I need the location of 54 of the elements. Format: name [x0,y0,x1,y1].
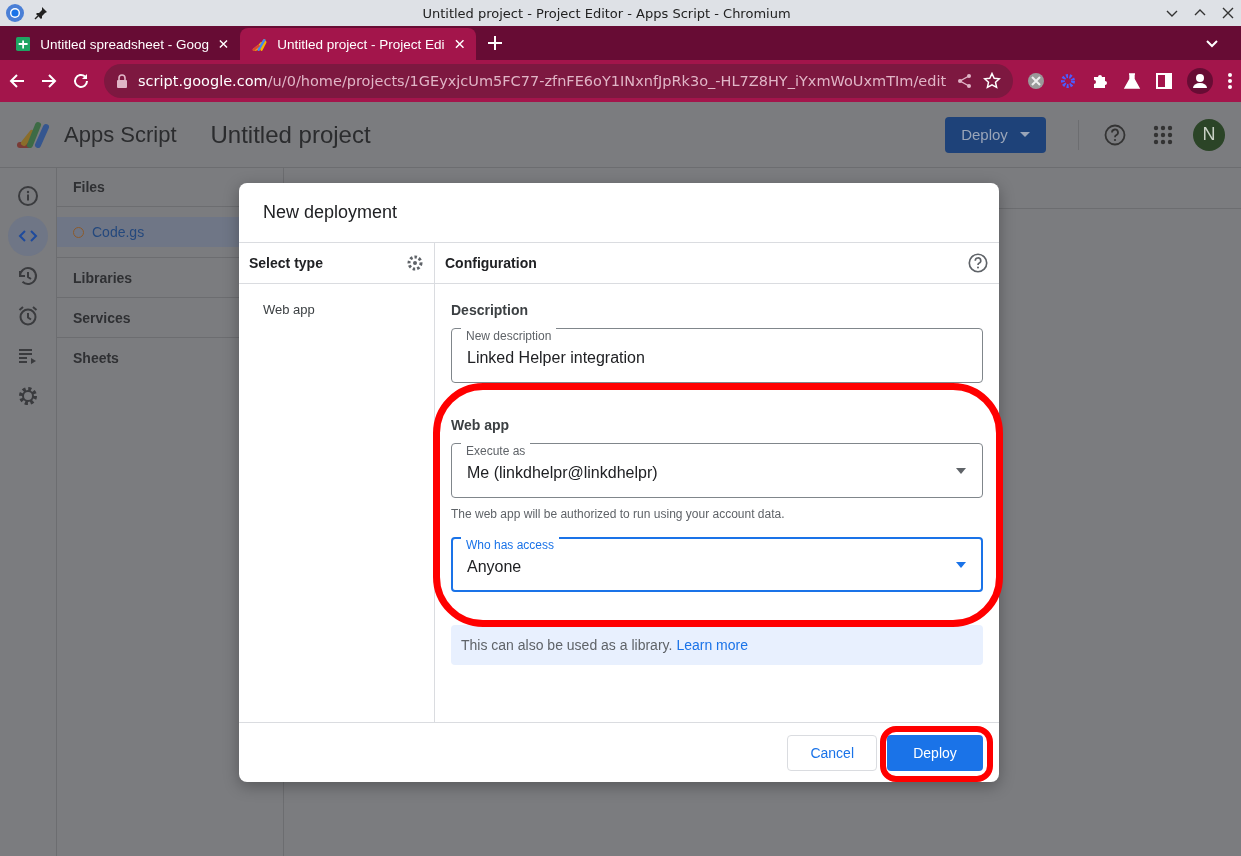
lock-icon [116,74,128,88]
pin-icon[interactable] [34,6,48,20]
section-title[interactable]: Services [73,309,131,326]
star-icon[interactable] [983,72,1001,90]
section-title: Description [451,302,529,318]
learn-more-link[interactable]: Learn more [676,637,748,653]
apps-grid-icon[interactable] [1153,124,1173,145]
app-name: Apps Script [64,121,177,148]
section-title[interactable]: Sheets [73,349,119,366]
section-title: Web app [451,417,511,433]
window-title: Untitled project - Project Editor - Apps Script - Chromium [421,5,792,21]
chromium-logo-icon [6,4,24,22]
deploy-button[interactable]: Deploy [945,116,1046,153]
apps-script-logo-icon [16,120,50,149]
column-title: Select type [249,255,323,271]
puzzle-icon[interactable] [1091,72,1109,90]
cancel-button[interactable]: Cancel [787,734,877,771]
alarm-clock-icon[interactable] [16,304,40,328]
spreadsheet-icon [16,36,31,52]
chevron-down-icon[interactable] [1205,39,1219,49]
address-bar[interactable]: script.google.com/u/0/home/projects/1GEyxjcUm5FC77-zfnFE6oY1INxnfJpRk3o_-HL7Z8HY_iYxmWoUxmTIm/edit [104,64,1013,98]
column-title: Configuration [445,255,537,271]
back-icon[interactable] [8,72,26,90]
help-icon[interactable] [967,252,989,274]
extension-icon[interactable] [1027,72,1045,90]
profile-icon[interactable] [1187,68,1213,94]
menu-icon[interactable] [1227,72,1233,90]
side-panel-icon[interactable] [1155,72,1173,90]
info-icon[interactable] [16,184,40,208]
apps-script-icon [252,36,268,52]
caret-icon [1019,132,1030,137]
dropdown-field[interactable]: Execute as Me (linkdhelpr@linkdhelpr) [451,443,983,498]
deploy-button[interactable]: Deploy [887,734,983,771]
forward-icon[interactable] [40,72,58,90]
help-icon[interactable] [1103,122,1127,147]
browser-tab[interactable]: Untitled spreadsheet - Goog [4,28,240,60]
section-title[interactable]: Libraries [73,269,133,286]
text-field[interactable]: New description Linked Helper integration [451,328,983,383]
reload-icon[interactable] [72,72,90,90]
project-title[interactable]: Untitled project [210,120,931,149]
history-icon[interactable] [16,264,40,288]
new-tab-icon[interactable] [488,36,502,50]
dropdown-caret-icon [955,467,967,474]
panel-title: Files [73,179,105,195]
browser-tab[interactable]: Untitled project - Project Edi [240,28,476,60]
flask-icon[interactable] [1123,72,1141,90]
helper-text: The web app will be authorized to run using your account data. [451,507,786,521]
dropdown-field[interactable]: Who has access Anyone [451,537,983,592]
share-icon[interactable] [957,73,973,89]
avatar[interactable]: N [1193,118,1225,151]
type-item[interactable]: Web app [263,302,315,317]
info-text: This can also be used as a library. [461,637,673,653]
dropdown-caret-icon [955,561,967,568]
close-icon[interactable] [1221,6,1235,20]
